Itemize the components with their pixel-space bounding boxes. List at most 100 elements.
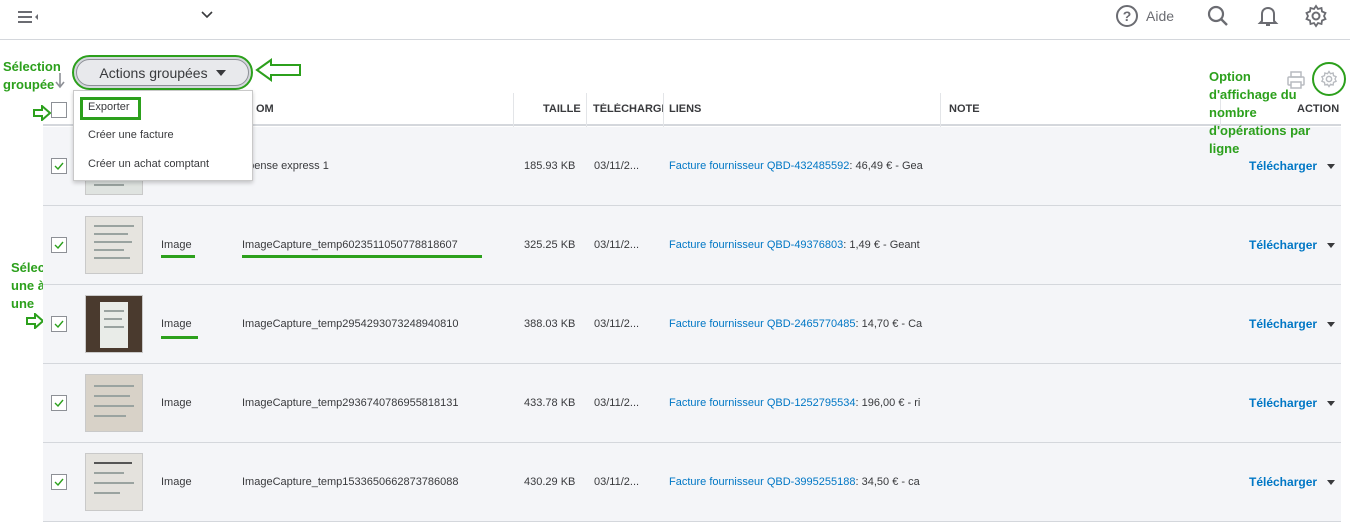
menu-item-create-cash-purchase[interactable]: Créer un achat comptant [88,158,209,170]
select-all-checkbox[interactable] [51,102,67,118]
file-name: ImageCapture_temp2936740786955818131 [242,397,459,409]
caret-down-icon[interactable] [1327,400,1336,406]
download-button[interactable]: Télécharger [1249,238,1336,252]
gear-icon [1320,70,1338,88]
annotation-underline [161,255,195,258]
bill-link[interactable]: Facture fournisseur QBD-2465770485 [669,318,856,330]
upload-date: 03/11/2... [594,160,640,172]
help-button[interactable]: ? Aide [1116,4,1174,28]
row-checkbox[interactable] [51,474,67,490]
bell-icon[interactable] [1256,4,1280,28]
table-settings-button[interactable] [1312,62,1346,96]
bulk-actions-button[interactable]: Actions groupées [72,55,253,90]
search-icon[interactable] [1206,4,1230,28]
bill-link[interactable]: Facture fournisseur QBD-49376803 [669,239,843,251]
file-name: ImageCapture_temp6023511050778818607 [242,239,458,251]
annotation-arrow-right-icon [26,313,44,329]
bill-link[interactable]: Facture fournisseur QBD-1252795534 [669,397,856,409]
file-size: 185.93 KB [524,160,576,172]
annotation-arrow-left-icon [255,58,301,82]
download-button[interactable]: Télécharger [1249,317,1336,331]
table-row: Image ImageCapture_temp29542930732489408… [43,285,1341,364]
row-checkbox[interactable] [51,158,67,174]
link-detail: : 46,49 € - Gea [849,160,923,172]
annotation-display-option: Option d'affichage du nombre d'opération… [1209,68,1310,158]
menu-item-export[interactable]: Exporter [88,101,130,113]
column-header-name[interactable]: OM [256,103,274,115]
receipt-thumbnail[interactable] [85,374,143,432]
gear-icon[interactable] [1304,4,1328,28]
column-header-size[interactable]: TAILLE [543,103,581,115]
file-size: 325.25 KB [524,239,576,251]
download-label: Télécharger [1249,396,1318,410]
caret-down-icon[interactable] [1327,242,1336,248]
menu-icon[interactable] [18,8,42,26]
chevron-down-icon[interactable] [200,7,214,21]
help-label: Aide [1146,8,1175,24]
receipt-thumbnail[interactable] [85,295,143,353]
link-detail: : 196,00 € - ri [855,397,921,409]
file-type: Image [161,318,192,330]
link-cell: Facture fournisseur QBD-432485592: 46,49… [669,160,939,172]
receipt-thumbnail[interactable] [85,453,143,511]
table-row: Image ImageCapture_temp15336506628737860… [43,443,1341,522]
caret-down-icon[interactable] [1327,163,1336,169]
file-type: Image [161,239,192,251]
arrow-down-icon [55,73,65,89]
link-detail: : 14,70 € - Ca [855,318,923,330]
download-button[interactable]: Télécharger [1249,475,1336,489]
download-label: Télécharger [1249,317,1318,331]
download-label: Télécharger [1249,238,1318,252]
upload-date: 03/11/2... [594,239,640,251]
caret-down-icon [215,69,226,76]
annotation-line: ligne [1209,141,1240,156]
file-name: épense express 1 [242,160,329,172]
annotation-group-selection: Sélection groupée [3,58,61,94]
bulk-actions-menu: Exporter Créer une facture Créer un acha… [73,90,253,181]
annotation-underline [161,336,198,339]
file-name: ImageCapture_temp1533650662873786088 [242,476,459,488]
annotation-line: groupée [3,77,55,92]
annotation-line: d'opérations par [1209,123,1311,138]
link-cell: Facture fournisseur QBD-49376803: 1,49 €… [669,239,939,251]
link-cell: Facture fournisseur QBD-1252795534: 196,… [669,397,939,409]
column-header-note[interactable]: NOTE [949,103,980,115]
annotation-line: d'affichage du [1209,87,1297,102]
table-row: Image ImageCapture_temp29367407869558181… [43,364,1341,443]
file-type: Image [161,397,192,409]
annotation-line: Option [1209,69,1251,84]
download-label: Télécharger [1249,159,1318,173]
receipt-thumbnail[interactable] [85,216,143,274]
bill-link[interactable]: Facture fournisseur QBD-3995255188 [669,476,856,488]
bulk-actions-label: Actions groupées [99,64,208,81]
annotation-line: Sélection [3,59,61,74]
file-size: 430.29 KB [524,476,576,488]
top-bar: ? Aide [0,0,1350,40]
download-button[interactable]: Télécharger [1249,159,1336,173]
row-checkbox[interactable] [51,237,67,253]
download-label: Télécharger [1249,475,1318,489]
link-cell: Facture fournisseur QBD-2465770485: 14,7… [669,318,939,330]
caret-down-icon[interactable] [1327,479,1336,485]
download-button[interactable]: Télécharger [1249,396,1336,410]
caret-down-icon[interactable] [1327,321,1336,327]
link-cell: Facture fournisseur QBD-3995255188: 34,5… [669,476,939,488]
upload-date: 03/11/2... [594,318,640,330]
link-detail: : 1,49 € - Geant [843,239,920,251]
file-size: 388.03 KB [524,318,576,330]
file-name: ImageCapture_temp2954293073248940810 [242,318,459,330]
upload-date: 03/11/2... [594,476,640,488]
link-detail: : 34,50 € - ca [855,476,920,488]
menu-item-create-invoice[interactable]: Créer une facture [88,129,174,141]
column-header-links[interactable]: LIENS [669,103,701,115]
bill-link[interactable]: Facture fournisseur QBD-432485592 [669,160,849,172]
annotation-line: nombre [1209,105,1257,120]
column-header-uploaded[interactable]: TÉLÉCHARGE [593,103,663,115]
row-checkbox[interactable] [51,395,67,411]
row-checkbox[interactable] [51,316,67,332]
table-row: Image ImageCapture_temp60235110507788186… [43,206,1341,285]
file-type: Image [161,476,192,488]
file-size: 433.78 KB [524,397,576,409]
annotation-underline [242,255,482,258]
upload-date: 03/11/2... [594,397,640,409]
